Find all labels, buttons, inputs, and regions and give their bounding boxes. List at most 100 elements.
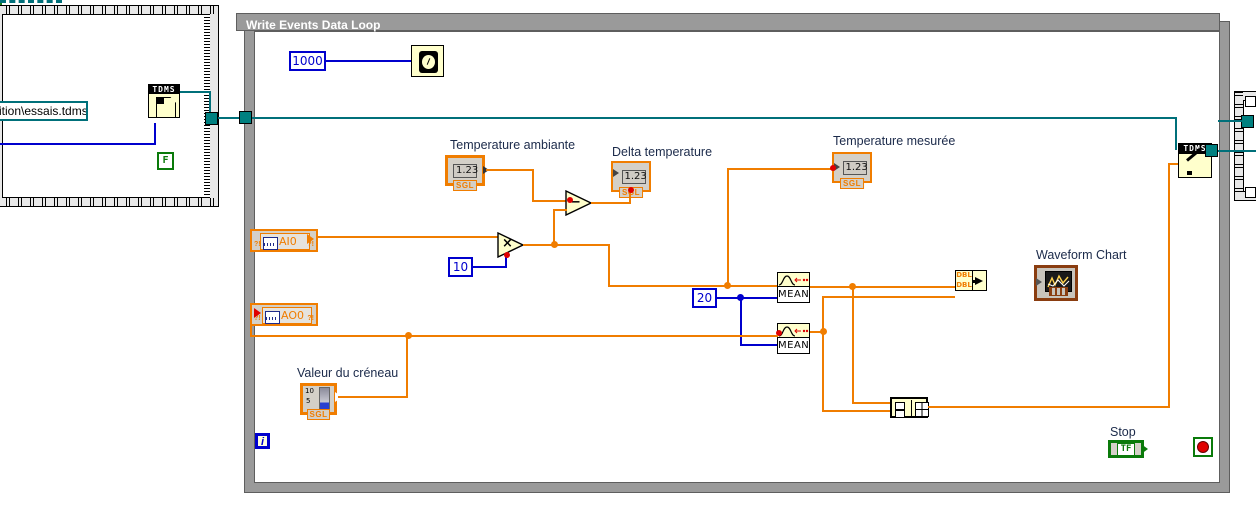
mean-1-icon bbox=[778, 273, 809, 287]
daqmx-waveform-icon-ao-wave bbox=[266, 317, 277, 320]
valeur-du-creneau-scale-top: 10 bbox=[305, 387, 314, 395]
multiply-node[interactable]: × bbox=[497, 231, 525, 259]
wire-multiply-to-subtract-h bbox=[553, 209, 567, 211]
close-frame-bottom-node bbox=[1245, 187, 1256, 198]
wait-until-next-ms-node[interactable] bbox=[411, 45, 444, 77]
ai-channel-terminal[interactable]: AI0 ?! ?! bbox=[250, 229, 318, 252]
temperature-mesuree-datatype: SGL bbox=[840, 178, 864, 189]
temperature-mesuree-label: Temperature mesurée bbox=[833, 134, 956, 148]
build-array-input-icon-2 bbox=[895, 410, 905, 418]
wire-to-mean1 bbox=[727, 285, 777, 287]
temperature-ambiante-terminal[interactable]: 1.23 SGL bbox=[445, 155, 485, 191]
delta-temperature-value: 1.23 bbox=[621, 169, 647, 184]
tdms-open-banner: TDMS bbox=[149, 85, 179, 94]
build-array-divider bbox=[911, 400, 912, 417]
iteration-terminal: i bbox=[255, 433, 270, 449]
mean-curve-icon-2 bbox=[778, 326, 809, 337]
build-array-node[interactable] bbox=[890, 397, 929, 418]
gain-constant[interactable]: 10 bbox=[448, 257, 473, 277]
waveform-chart-in-arrow bbox=[1036, 278, 1042, 286]
wire-tempamb-h2 bbox=[532, 200, 566, 202]
wire-mean1-branch-down bbox=[852, 286, 854, 404]
wire-ai0-to-multiply bbox=[318, 236, 498, 238]
close-frame-left-ticks bbox=[1235, 92, 1243, 200]
wire-multiply-right bbox=[553, 244, 610, 246]
delta-temperature-label: Delta temperature bbox=[612, 145, 713, 159]
loop-title: Write Events Data Loop bbox=[246, 18, 381, 32]
bundle-input-1: DBL bbox=[956, 271, 972, 279]
ai-channel-name: AI0 bbox=[279, 234, 297, 248]
wire-creneau-v bbox=[406, 335, 408, 398]
valeur-du-creneau-datatype: SGL bbox=[306, 409, 331, 420]
frame-right-tunnel[interactable] bbox=[205, 112, 218, 125]
ao-channel-name: AO0 bbox=[281, 308, 304, 322]
tdms-write-output-tunnel[interactable] bbox=[1205, 144, 1218, 157]
wire-tempamb-h1 bbox=[486, 169, 534, 171]
subtract-node[interactable]: − bbox=[565, 189, 593, 217]
wire-to-temp-mesuree-h bbox=[727, 168, 831, 170]
wire-blue-to-tdms-open bbox=[154, 123, 156, 145]
wire-samplelen-to-mean2 bbox=[740, 344, 778, 346]
ao-channel-terminal[interactable]: AO0 ?! ?! bbox=[250, 303, 318, 326]
wire-mean1-branch-to-array bbox=[852, 402, 890, 404]
loop-conditional-terminal[interactable] bbox=[1193, 437, 1213, 457]
stop-control-out-arrow bbox=[1141, 444, 1148, 454]
mean-2-label: MEAN bbox=[778, 340, 810, 351]
delta-terminal-error-dot bbox=[628, 187, 634, 193]
wire-multiply-up-to-subtract bbox=[553, 210, 555, 245]
wire-to-temp-mesuree-up bbox=[727, 168, 729, 286]
close-frame-tunnel[interactable] bbox=[1241, 115, 1254, 128]
false-constant[interactable]: F bbox=[157, 152, 174, 170]
ao-channel-badge-right: ?! bbox=[307, 315, 314, 322]
mean-ptbypt-node-2[interactable]: MEAN bbox=[777, 323, 810, 354]
mean-curve-icon-1 bbox=[778, 275, 809, 286]
wire-multiply-right-down bbox=[608, 244, 610, 287]
waveform-chart-legend-icon bbox=[1049, 287, 1068, 296]
wait-ms-constant[interactable]: 1000 bbox=[289, 51, 326, 71]
bundle-node[interactable]: DBL DBL bbox=[955, 270, 987, 291]
temperature-mesuree-value: 1.23 bbox=[842, 160, 868, 175]
tdms-open-node[interactable]: TDMS bbox=[148, 84, 180, 118]
loop-left-tunnel[interactable] bbox=[239, 111, 252, 124]
tdms-path-constant[interactable]: ition\essais.tdms bbox=[0, 101, 88, 121]
wire-path-to-tdms-open bbox=[0, 0, 62, 3]
wire-mean2-to-array bbox=[822, 410, 890, 412]
bundle-input-2: DBL bbox=[956, 281, 972, 289]
frame-top-ticks bbox=[0, 6, 218, 14]
wire-blue-left-horizontal bbox=[0, 143, 156, 145]
wire-loop-teal-main bbox=[252, 117, 1177, 119]
wire-ao0-across bbox=[250, 335, 778, 337]
tdms-open-icon-fold bbox=[157, 98, 164, 104]
stop-control-terminal[interactable]: TF bbox=[1108, 440, 1144, 458]
valeur-du-creneau-terminal[interactable]: 10 5 SGL bbox=[300, 383, 337, 420]
waveform-chart-terminal[interactable] bbox=[1034, 265, 1078, 301]
temperature-mesuree-error-dot bbox=[830, 165, 836, 171]
close-frame-top-node bbox=[1245, 96, 1256, 107]
wire-samplelen-down bbox=[740, 297, 742, 346]
multiply-symbol: × bbox=[502, 236, 513, 251]
wire-wait-const-to-node bbox=[326, 60, 411, 62]
sample-length-constant[interactable]: 20 bbox=[692, 288, 717, 308]
wire-array-out-up bbox=[1168, 163, 1170, 408]
wire-mean2-down bbox=[822, 331, 824, 412]
wire-multiply-right-h2 bbox=[608, 285, 728, 287]
ai-channel-badge-left: ?! bbox=[254, 241, 261, 248]
wire-gain-to-multiply-h bbox=[473, 266, 507, 268]
valeur-du-creneau-scale-mid: 5 bbox=[306, 397, 311, 405]
multiply-error-dot bbox=[504, 252, 510, 258]
tdms-write-pencil-tip-icon bbox=[1187, 171, 1192, 175]
temperature-ambiante-label: Temperature ambiante bbox=[450, 138, 576, 152]
wire-mean1-out bbox=[810, 286, 955, 288]
valeur-du-creneau-label: Valeur du créneau bbox=[297, 366, 399, 380]
daqmx-waveform-icon-ai-wave bbox=[264, 243, 275, 246]
wire-tempamb-v1 bbox=[532, 169, 534, 202]
wire-tdms-open-out-top bbox=[180, 91, 211, 93]
bundle-inputs: DBL DBL bbox=[956, 271, 973, 290]
loop-title-bar bbox=[236, 13, 1220, 31]
stop-control-value: TF bbox=[1116, 442, 1136, 456]
temperature-ambiante-datatype: SGL bbox=[453, 180, 477, 191]
stop-sign-icon bbox=[1197, 441, 1209, 453]
build-array-input-icon bbox=[895, 402, 905, 410]
wire-mean2-up bbox=[822, 297, 824, 331]
mean-ptbypt-node-1[interactable]: MEAN bbox=[777, 272, 810, 303]
